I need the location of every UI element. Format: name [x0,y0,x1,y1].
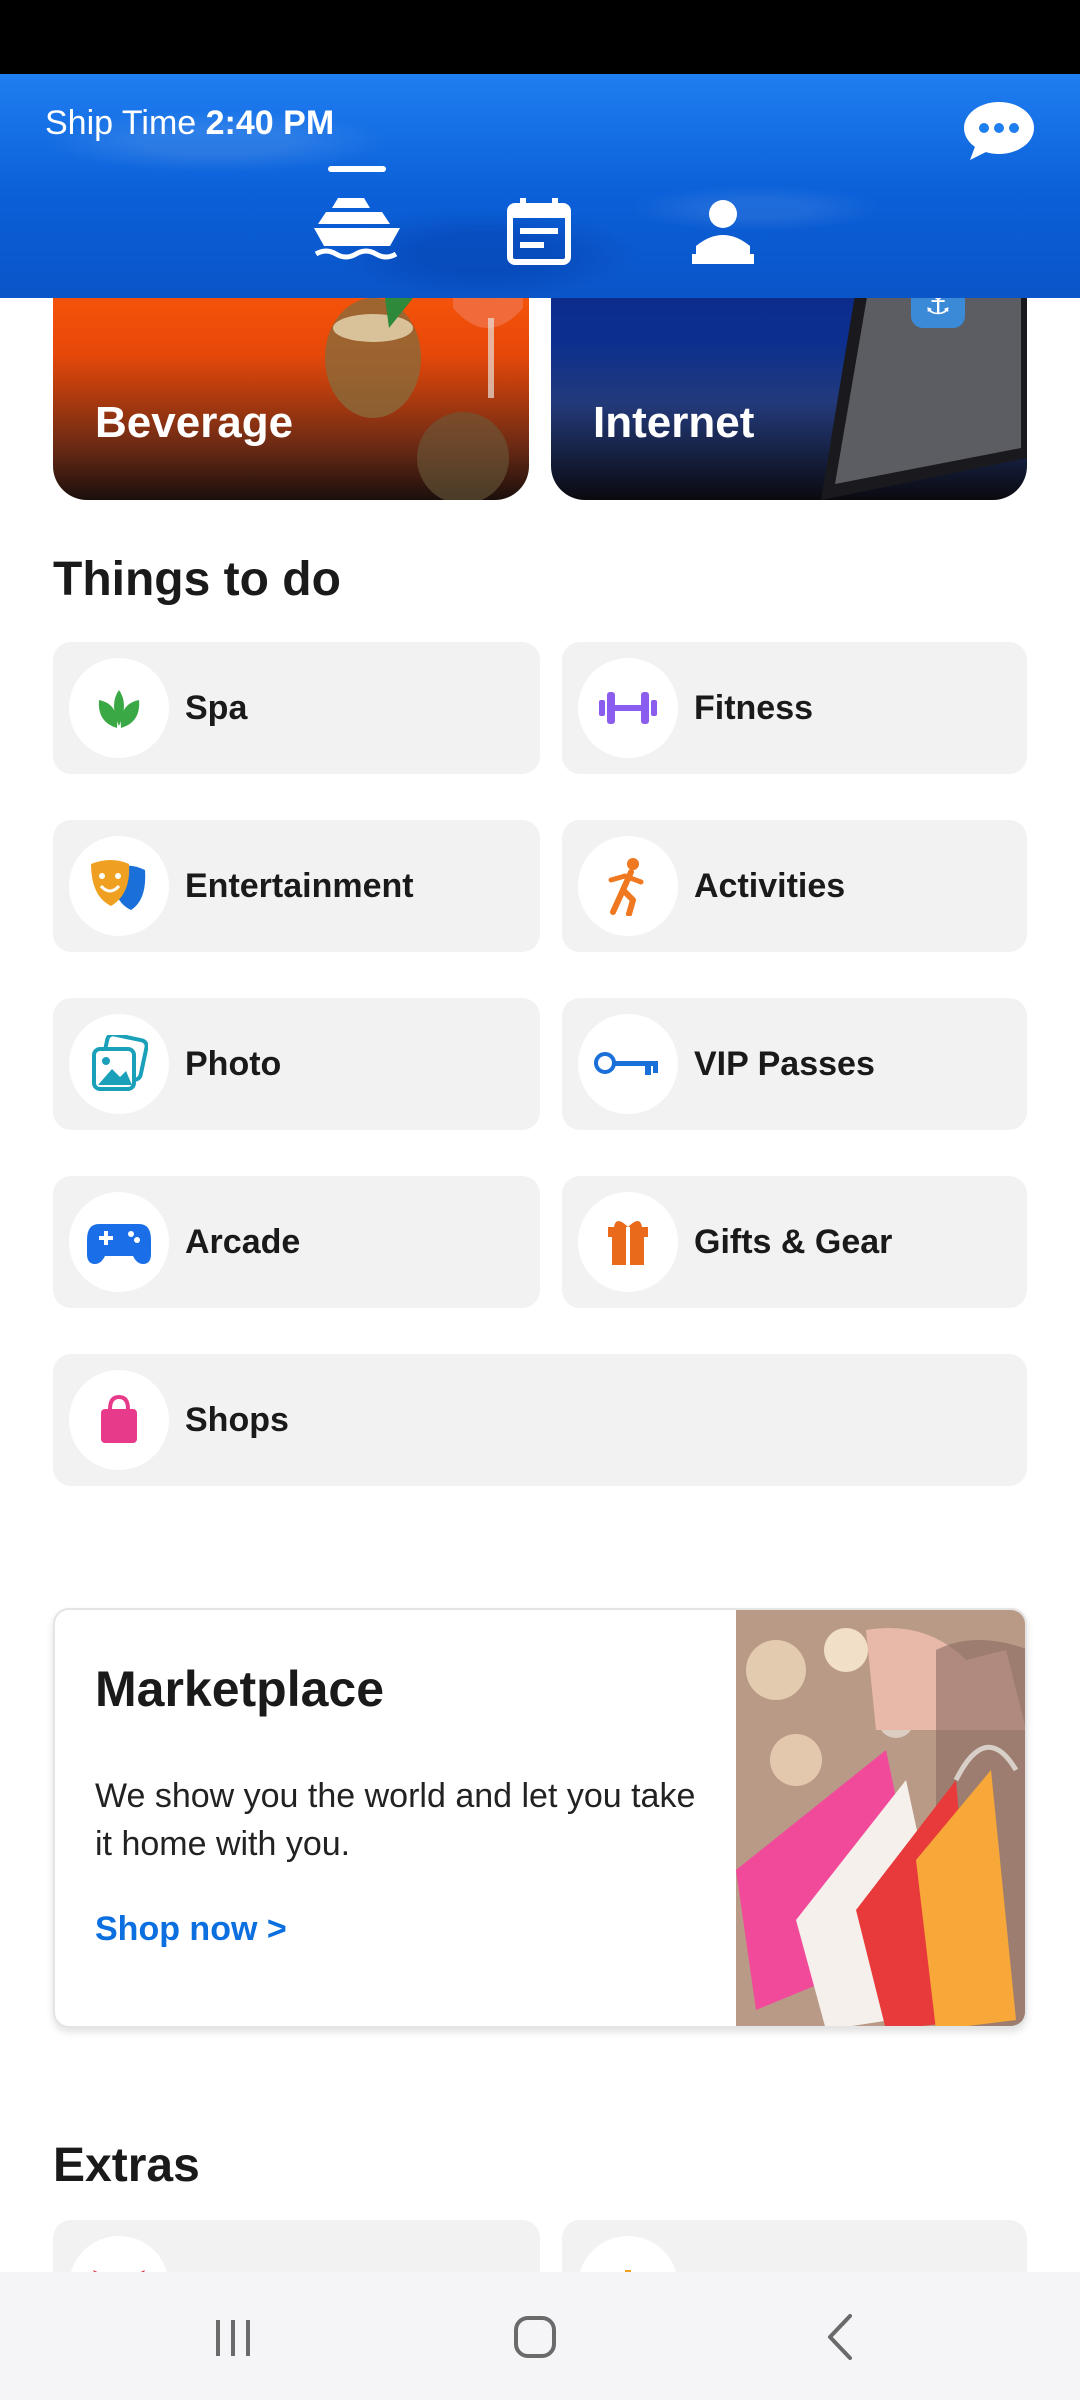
photo-icon [69,1014,169,1114]
marketplace-title: Marketplace [95,1661,385,1717]
tile-arcade[interactable]: Arcade [53,1176,540,1308]
key-icon [578,1014,678,1114]
things-to-do-title: Things to do [53,553,341,606]
calendar-icon [507,198,571,265]
tile-label: Activities [694,867,846,905]
extras-title: Extras [53,2139,200,2192]
tile-shops[interactable]: Shops [53,1354,1027,1486]
theater-masks-icon [69,836,169,936]
shopping-bag-icon [69,1370,169,1470]
gift-icon [578,1192,678,1292]
nav-tab-ship[interactable] [312,166,402,266]
shopping-bags-image [736,1610,1025,2026]
tile-vip-passes[interactable]: VIP Passes [562,998,1027,1130]
ship-time: Ship Time 2:40 PM [45,104,334,143]
active-tab-indicator [328,166,386,172]
status-bar [0,0,1080,74]
tile-label: Fitness [694,689,814,727]
chat-bubble-icon[interactable] [962,100,1036,162]
dumbbell-icon [578,658,678,758]
tile-label: Entertainment [185,867,414,905]
app-header: Ship Time 2:40 PM [0,74,1080,298]
home-icon[interactable] [500,2302,570,2372]
tile-label: Gifts & Gear [694,1223,893,1261]
tile-label: Shops [185,1401,289,1439]
beverage-label: Beverage [95,398,294,447]
tile-gifts-gear[interactable]: Gifts & Gear [562,1176,1027,1308]
internet-label: Internet [593,398,755,447]
system-navigation-bar [0,2272,1080,2400]
tile-label: Arcade [185,1223,301,1261]
lotus-icon [69,658,169,758]
tile-label: Spa [185,689,248,727]
ship-icon [314,198,400,260]
marketplace-card[interactable]: Marketplace We show you the world and le… [53,1608,1027,2028]
tile-fitness[interactable]: Fitness [562,642,1027,774]
running-person-icon [578,836,678,936]
tile-activities[interactable]: Activities [562,820,1027,952]
tile-spa[interactable]: Spa [53,642,540,774]
tile-entertainment[interactable]: Entertainment [53,820,540,952]
marketplace-description: We show you the world and let you take i… [95,1777,696,1863]
recent-apps-icon[interactable] [198,2302,268,2372]
tile-photo[interactable]: Photo [53,998,540,1130]
profile-icon [692,200,754,264]
back-icon[interactable] [806,2302,876,2372]
ship-time-label: Ship Time [45,104,197,142]
tile-label: VIP Passes [694,1045,875,1083]
nav-tab-calendar[interactable] [504,196,574,266]
shop-now-link[interactable]: Shop now > [95,1910,287,1949]
ship-time-value: 2:40 PM [205,104,335,142]
nav-tab-profile[interactable] [690,196,756,266]
tile-label: Photo [185,1045,282,1083]
gamepad-icon [69,1192,169,1292]
